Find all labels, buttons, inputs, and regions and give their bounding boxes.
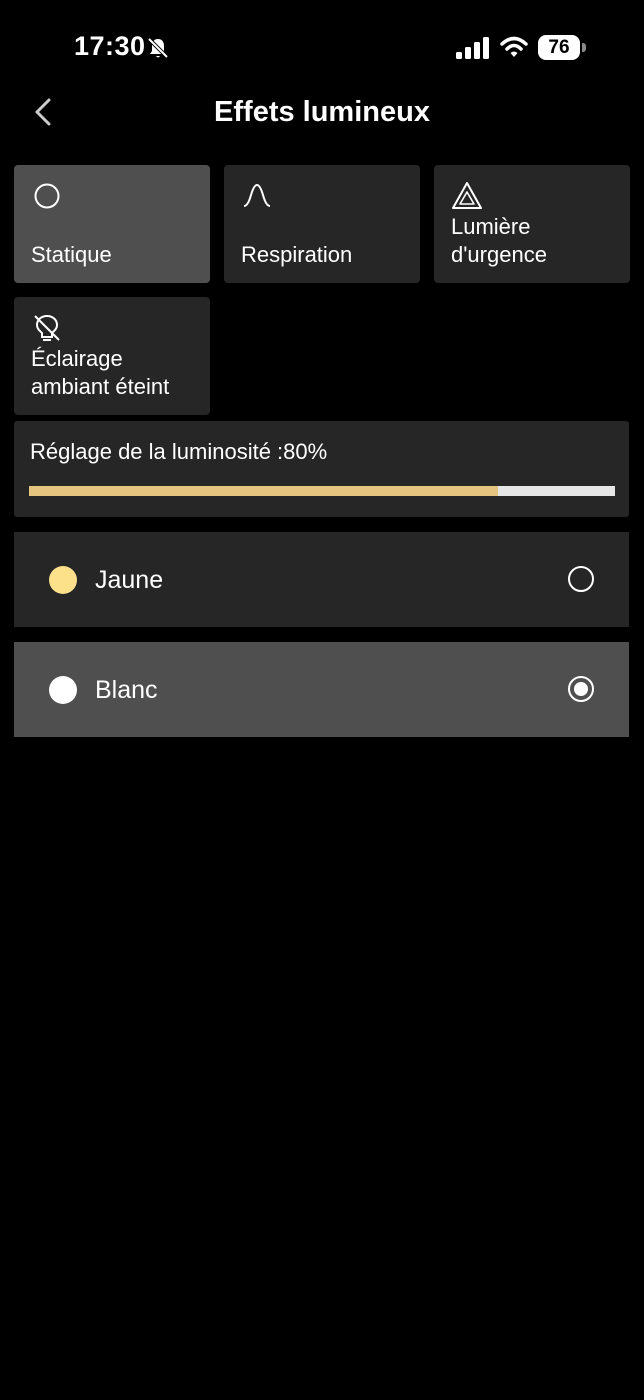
bell-off-icon	[147, 37, 169, 59]
effect-label: Éclairage ambiant éteint	[31, 346, 170, 399]
color-option-blanc[interactable]: Blanc	[14, 642, 629, 737]
circle-icon	[34, 183, 60, 209]
bulb-off-icon	[34, 314, 60, 341]
radio-checked-icon[interactable]	[567, 675, 595, 703]
chevron-left-icon	[35, 98, 51, 126]
brightness-slider-fill	[29, 486, 498, 496]
effect-label: Statique	[31, 242, 112, 267]
status-bar: 17:30 76	[0, 0, 644, 90]
effect-tile-urgence[interactable]: Lumière d'urgence	[434, 165, 630, 283]
color-swatch-white	[49, 676, 77, 704]
effect-label: Respiration	[241, 242, 353, 267]
brightness-label: Réglage de la luminosité :80%	[30, 439, 328, 464]
effect-tile-respiration[interactable]: Respiration	[224, 165, 420, 283]
warning-triangle-icon	[452, 182, 482, 209]
color-option-jaune[interactable]: Jaune	[14, 532, 629, 627]
radio-unchecked-icon[interactable]	[567, 565, 595, 593]
brightness-slider[interactable]	[29, 486, 615, 496]
status-time: 17:30	[74, 31, 146, 61]
color-swatch-yellow	[49, 566, 77, 594]
brightness-panel: Réglage de la luminosité :80%	[14, 421, 629, 517]
battery-cap	[582, 43, 586, 52]
effect-tile-ambient-off[interactable]: Éclairage ambiant éteint	[14, 297, 210, 415]
cellular-signal-icon	[456, 37, 489, 59]
wave-icon	[243, 183, 271, 207]
battery-icon: 76	[538, 35, 586, 61]
battery-level: 76	[538, 35, 580, 60]
wifi-icon	[500, 36, 528, 57]
effect-tile-statique[interactable]: Statique	[14, 165, 210, 283]
page-title: Effets lumineux	[214, 96, 430, 128]
back-button[interactable]	[26, 90, 66, 134]
color-label: Blanc	[95, 676, 158, 704]
color-label: Jaune	[95, 566, 164, 594]
effect-label: Lumière d'urgence	[451, 214, 547, 267]
